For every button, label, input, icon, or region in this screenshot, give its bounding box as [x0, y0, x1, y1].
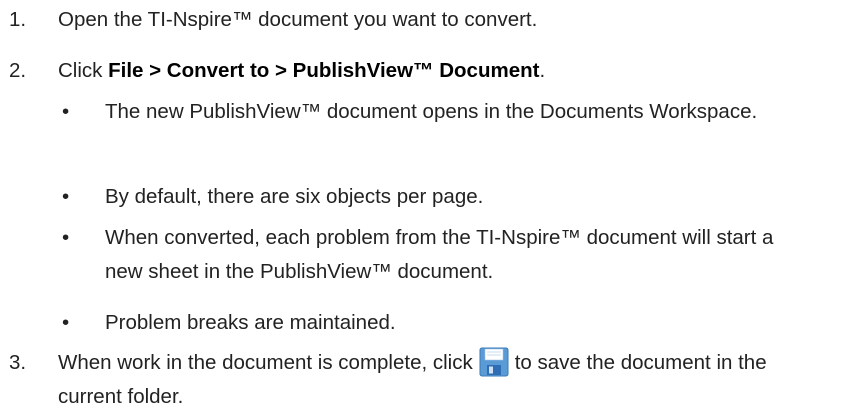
step-number: 1.: [9, 8, 27, 31]
step-text-suffix: .: [539, 59, 546, 82]
document-content: 1. Open the TI-Nspire™ document you want…: [0, 0, 843, 414]
save-icon: [479, 347, 509, 377]
step-text: Open the TI-Nspire™ document you want to…: [58, 8, 538, 31]
bullet-symbol: •: [62, 185, 70, 208]
step-text: When work in the document is complete, c…: [58, 346, 818, 414]
step-text-prefix: Click: [58, 59, 109, 82]
step-number: 2.: [9, 59, 27, 82]
bullet-text: Problem breaks are maintained.: [105, 311, 396, 334]
bullet-text: The new PublishView™ document opens in t…: [105, 100, 758, 123]
step-number: 3.: [9, 351, 27, 374]
bullet-symbol: •: [62, 311, 70, 334]
step-text-before-icon: When work in the document is complete, c…: [58, 351, 473, 374]
bullet-symbol: •: [62, 100, 70, 123]
bullet-text: When converted, each problem from the TI…: [105, 226, 774, 283]
bullet-symbol: •: [62, 226, 70, 249]
menu-path: File > Convert to > PublishView™ Documen…: [108, 59, 540, 82]
step-text: Click File > Convert to > PublishView™ D…: [58, 54, 818, 88]
bullet-text: By default, there are six objects per pa…: [105, 185, 484, 208]
